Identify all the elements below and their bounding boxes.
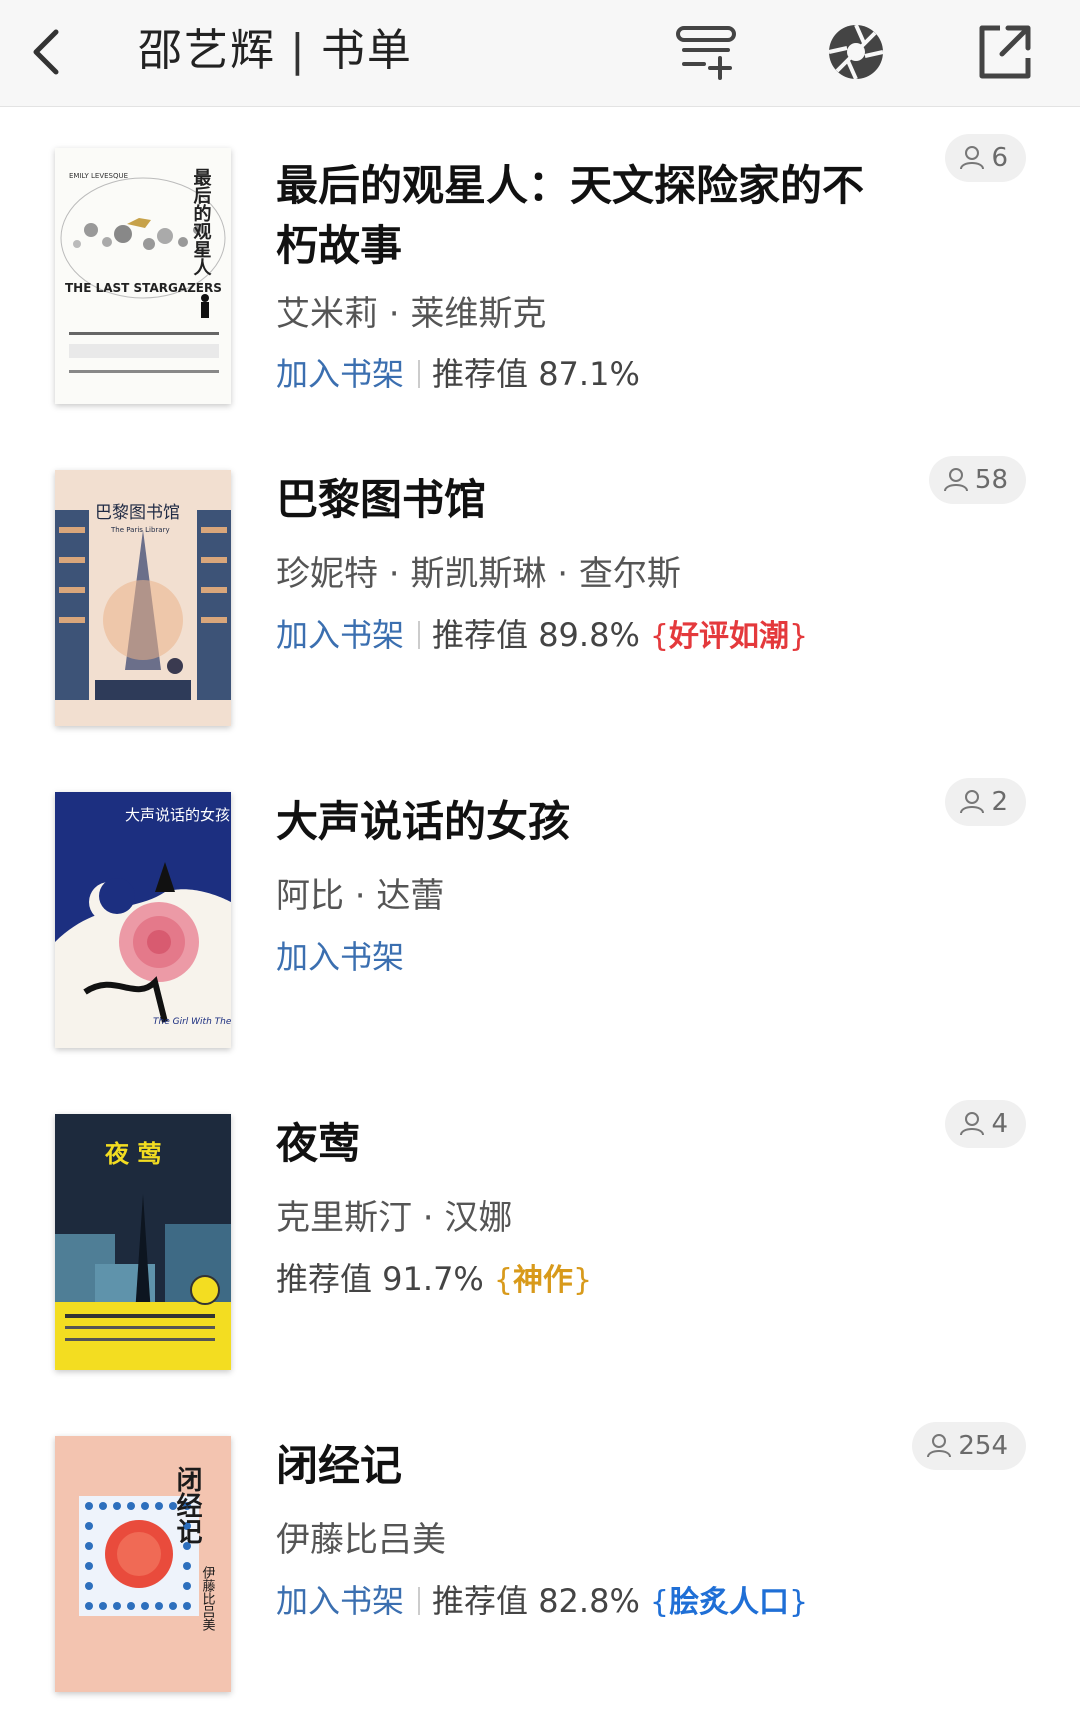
add-to-list-button[interactable]: [670, 16, 742, 88]
back-button[interactable]: [18, 22, 78, 82]
recommend-value: 推荐值 91.7%: [276, 1260, 484, 1298]
book-author: 伊藤比吕美: [276, 1520, 446, 1560]
add-to-shelf-button[interactable]: 加入书架: [276, 355, 404, 393]
reader-count-badge: 6: [945, 134, 1026, 182]
reader-count: 254: [958, 1431, 1008, 1461]
book-title[interactable]: 夜莺: [276, 1114, 876, 1174]
camera-button[interactable]: [820, 16, 892, 88]
recommend-value: 推荐值 87.1%: [432, 355, 640, 393]
book-title[interactable]: 大声说话的女孩: [276, 792, 876, 852]
laurel-left-icon: {: [493, 1263, 513, 1298]
add-to-shelf-button[interactable]: 加入书架: [276, 616, 404, 654]
cover-art: 巴黎图书馆 The Paris Library: [55, 470, 231, 726]
cover-title-text: 大声说话的女孩: [125, 806, 230, 824]
title-separator: |: [290, 25, 307, 76]
cover-art: 夜 莺: [55, 1114, 231, 1370]
reader-count: 58: [974, 465, 1008, 495]
back-arrow-icon: [33, 29, 59, 75]
reader-count: 6: [991, 143, 1008, 173]
list-item[interactable]: 大声说话的女孩 The Girl With The Louding Voice …: [0, 750, 1080, 1072]
book-cover[interactable]: 巴黎图书馆 The Paris Library: [55, 470, 231, 726]
book-meta: 加入书架 推荐值 89.8% {好评如潮}: [276, 610, 812, 660]
book-cover[interactable]: 夜 莺: [55, 1114, 231, 1370]
rating-badge: {脍炙人口}: [646, 1578, 812, 1628]
add-to-shelf-button[interactable]: 加入书架: [276, 1582, 404, 1620]
cover-title-text: 最后的观星人: [191, 168, 212, 276]
meta-divider: [418, 360, 421, 388]
laurel-right-icon: }: [572, 1263, 593, 1298]
cover-author-text: EMILY LEVESQUE: [69, 172, 128, 180]
book-meta: 推荐值 91.7% {神作}: [276, 1254, 596, 1304]
add-to-shelf-button[interactable]: 加入书架: [276, 938, 404, 976]
badge-text: 神作: [512, 1263, 573, 1298]
cover-art: 大声说话的女孩 The Girl With The Louding Voice: [55, 792, 231, 1048]
list-item[interactable]: EMILY LEVESQUE 最后的观星人 THE LAST STARGAZER…: [0, 106, 1080, 428]
book-title[interactable]: 闭经记: [276, 1436, 876, 1496]
title-suffix: 书单: [320, 25, 413, 76]
list-item[interactable]: 夜 莺 夜莺 克里斯汀 · 汉娜 推荐值 91.7% {神作} 4: [0, 1072, 1080, 1394]
reader-count-badge: 58: [928, 456, 1026, 504]
person-icon: [927, 1434, 952, 1458]
cover-title-text: 闭经记: [172, 1466, 202, 1544]
title-name: 邵艺辉: [138, 25, 276, 76]
book-author: 珍妮特 · 斯凯斯琳 · 查尔斯: [276, 554, 681, 594]
book-meta: 加入书架 推荐值 87.1%: [276, 349, 640, 399]
book-cover[interactable]: 大声说话的女孩 The Girl With The Louding Voice: [55, 792, 231, 1048]
book-cover[interactable]: 闭经记 伊藤比吕美: [55, 1436, 231, 1692]
cover-art: 闭经记 伊藤比吕美: [55, 1436, 231, 1692]
book-author: 克里斯汀 · 汉娜: [276, 1198, 513, 1238]
camera-aperture-icon: [828, 24, 884, 80]
person-icon: [960, 790, 985, 814]
list-item[interactable]: 闭经记 伊藤比吕美 闭经记 伊藤比吕美 加入书架 推荐值 82.8% {脍炙人口} …: [0, 1394, 1080, 1716]
list-item[interactable]: 巴黎图书馆 The Paris Library 巴黎图书馆 珍妮特 · 斯凯斯琳…: [0, 428, 1080, 750]
cover-title-text: 夜 莺: [104, 1140, 161, 1168]
cover-en-text: THE LAST STARGAZERS: [65, 281, 222, 295]
person-icon: [960, 146, 985, 170]
laurel-left-icon: {: [649, 619, 669, 654]
reader-count: 4: [991, 1109, 1008, 1139]
badge-text: 好评如潮: [668, 619, 789, 654]
reader-count-badge: 2: [945, 778, 1026, 826]
cover-en-text: The Girl With The Louding Voice: [153, 1017, 231, 1027]
cover-title-text: 巴黎图书馆: [95, 503, 180, 523]
book-author: 阿比 · 达蕾: [276, 876, 445, 916]
book-cover[interactable]: EMILY LEVESQUE 最后的观星人 THE LAST STARGAZER…: [55, 148, 231, 404]
recommend-value: 推荐值 82.8%: [432, 1582, 640, 1620]
meta-divider: [418, 1587, 421, 1615]
add-to-list-icon: [676, 26, 736, 80]
share-icon: [979, 25, 1031, 79]
cover-en-text: The Paris Library: [110, 526, 170, 534]
badge-text: 脍炙人口: [668, 1585, 789, 1620]
person-icon: [960, 1112, 985, 1136]
laurel-right-icon: }: [788, 1585, 809, 1620]
reader-count-badge: 4: [945, 1100, 1026, 1148]
book-author: 艾米莉 · 莱维斯克: [276, 294, 547, 334]
book-meta: 加入书架 推荐值 82.8% {脍炙人口}: [276, 1576, 812, 1626]
book-meta: 加入书架: [276, 932, 404, 982]
book-title[interactable]: 巴黎图书馆: [276, 470, 876, 530]
meta-divider: [418, 621, 421, 649]
rating-badge: {好评如潮}: [646, 612, 812, 662]
recommend-value: 推荐值 89.8%: [432, 616, 640, 654]
reader-count-badge: 254: [912, 1422, 1026, 1470]
top-bar: 邵艺辉 | 书单: [0, 0, 1080, 107]
reader-count: 2: [991, 787, 1008, 817]
laurel-right-icon: }: [788, 619, 809, 654]
book-title[interactable]: 最后的观星人：天文探险家的不朽故事: [276, 156, 876, 276]
cover-art: EMILY LEVESQUE 最后的观星人 THE LAST STARGAZER…: [55, 148, 231, 404]
cover-author-text: 伊藤比吕美: [200, 1566, 216, 1631]
person-icon: [943, 468, 968, 492]
page-title: 邵艺辉 | 书单: [138, 16, 413, 86]
rating-badge: {神作}: [490, 1256, 596, 1306]
share-button[interactable]: [968, 16, 1040, 88]
laurel-left-icon: {: [649, 1585, 669, 1620]
